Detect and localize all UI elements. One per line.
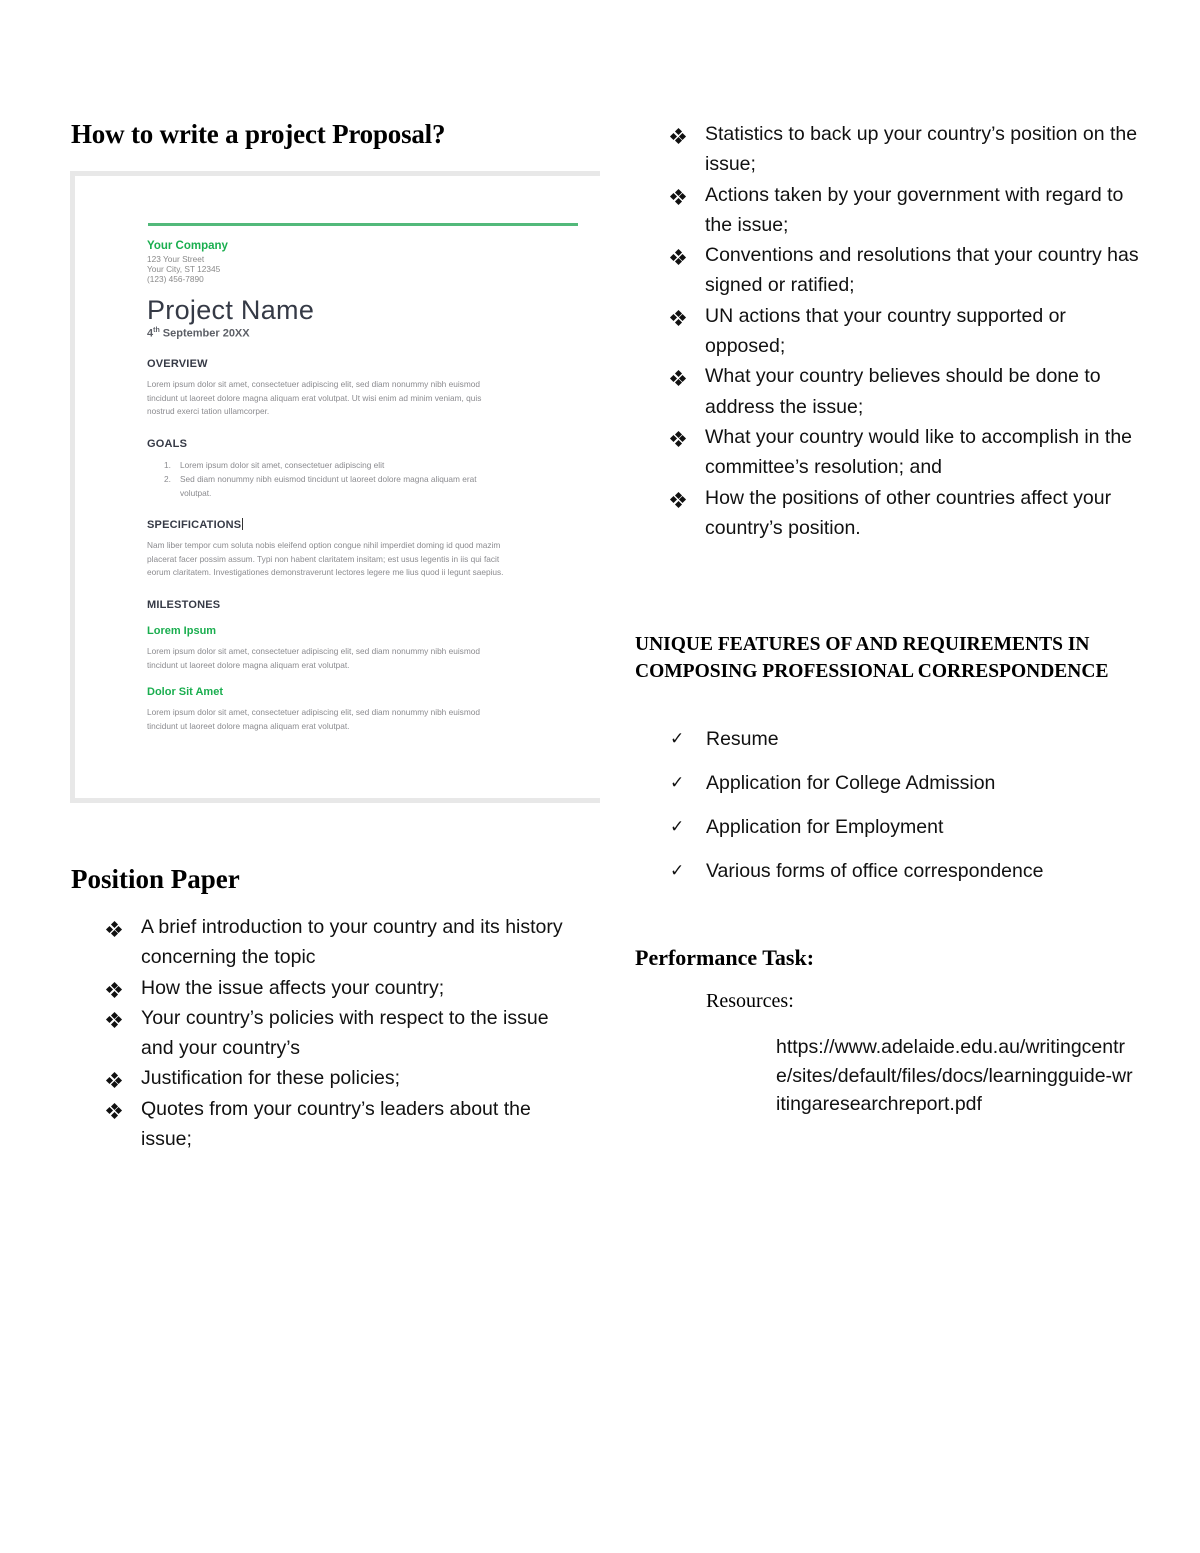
goal-number: 1. <box>164 460 171 470</box>
checklist-item: ✓ Various forms of office correspondence <box>670 856 1043 900</box>
diamond-cluster-bullet-icon <box>105 1102 123 1119</box>
diamond-cluster-bullet-icon <box>669 430 687 448</box>
position-paper-list: A brief introduction to your country and… <box>105 912 577 1155</box>
diamond-cluster-bullet-icon <box>105 920 123 938</box>
text-line: nostrud exerci tation ullamcorper. <box>147 406 270 417</box>
text-line: placerat facer possim assum. Typi non ha… <box>147 553 500 564</box>
template-phone: (123) 456-7890 <box>147 274 204 284</box>
check-icon: ✓ <box>670 861 685 881</box>
goal-text: Sed diam nonummy nibh euismod tincidunt … <box>180 472 580 500</box>
list-item: How the issue affects your country; <box>105 973 577 1003</box>
resource-url[interactable]: https://www.adelaide.edu.au/writingcentr… <box>776 1033 1136 1119</box>
list-item-text: How the positions of other countries aff… <box>705 486 1112 539</box>
diamond-cluster-bullet-icon <box>105 981 123 998</box>
checklist-item: ✓ Application for College Admission <box>670 768 1043 812</box>
performance-task-heading: Performance Task: <box>635 945 815 970</box>
diamond-cluster-bullet-icon <box>669 249 687 266</box>
text-line: Sed diam nonummy nibh euismod tincidunt … <box>180 474 477 484</box>
spec-heading-text: SPECIFICATIONS <box>147 519 242 531</box>
text-line: Nam liber tempor cum soluta nobis eleife… <box>147 540 501 550</box>
diamond-cluster-bullet-icon <box>669 491 687 508</box>
text-line: Lorem ipsum dolor sit amet, consectetuer… <box>147 707 480 717</box>
goal-number: 2. <box>164 474 171 484</box>
list-item-text: What your country would like to accompli… <box>705 425 1133 479</box>
date-rest: September 20XX <box>159 327 250 340</box>
check-icon: ✓ <box>670 773 685 793</box>
list-item: Statistics to back up your country’s pos… <box>669 119 1141 180</box>
diamond-cluster-bullet-icon <box>105 1011 123 1028</box>
checklist-item: ✓ Application for Employment <box>670 812 1043 856</box>
text-line: eorum claritatem. Investigationes demons… <box>147 567 504 578</box>
position-paper-heading: Position Paper <box>71 864 240 894</box>
list-item-text: Your country’s policies with respect to … <box>141 1006 549 1060</box>
text-cursor <box>242 518 244 530</box>
list-item: Your country’s policies with respect to … <box>105 1003 577 1064</box>
diamond-cluster-bullet-icon <box>669 370 687 387</box>
list-item: UN actions that your country supported o… <box>669 301 1141 362</box>
list-item: Actions taken by your government with re… <box>669 180 1141 241</box>
diamond-cluster-bullet-icon <box>669 127 687 145</box>
list-item: What your country would like to accompli… <box>669 422 1141 483</box>
template-goals-heading: GOALS <box>147 438 188 450</box>
template-goal-item: 2. Sed diam nonummy nibh euismod tincidu… <box>147 472 567 500</box>
template-address-line2: Your City, ST 12345 <box>147 264 221 274</box>
list-item-text: Justification for these policies; <box>141 1067 401 1090</box>
check-icon: ✓ <box>670 817 685 837</box>
diamond-cluster-bullet-icon <box>669 309 687 326</box>
template-milestone-title: Lorem Ipsum <box>147 625 217 637</box>
text-line: tincidunt ut laoreet dolore magna aliqua… <box>147 720 350 731</box>
goal-text: Lorem ipsum dolor sit amet, consectetuer… <box>180 460 385 470</box>
list-item-text: How the issue affects your country; <box>141 976 445 999</box>
list-item: How the positions of other countries aff… <box>669 483 1141 544</box>
checklist-item-text: Application for College Admission <box>706 772 996 794</box>
position-paper-list-continued: Statistics to back up your country’s pos… <box>669 119 1141 544</box>
template-milestone-title: Dolor Sit Amet <box>147 686 223 698</box>
template-specifications-heading: SPECIFICATIONS <box>147 518 244 531</box>
resources-label: Resources: <box>706 990 794 1012</box>
list-item: A brief introduction to your country and… <box>105 912 577 973</box>
template-company: Your Company <box>147 240 228 252</box>
list-item: What your country believes should be don… <box>669 361 1141 422</box>
check-icon: ✓ <box>670 729 685 749</box>
list-item-text: Statistics to back up your country’s pos… <box>705 123 1138 176</box>
list-item-text: A brief introduction to your country and… <box>141 916 563 969</box>
template-goal-item: 1. Lorem ipsum dolor sit amet, consectet… <box>147 458 567 472</box>
text-line: volutpat. <box>180 488 212 498</box>
list-item: Conventions and resolutions that your co… <box>669 240 1141 301</box>
list-item-text: Conventions and resolutions that your co… <box>705 244 1139 297</box>
features-heading: UNIQUE FEATURES OF AND REQUIREMENTS IN C… <box>635 634 1109 682</box>
template-frame: Your Company 123 Your Street Your City, … <box>70 171 600 803</box>
text-line: tincidunt ut laoreet dolore magna aliqua… <box>147 659 350 670</box>
text-line: Lorem ipsum dolor sit amet, consectetuer… <box>147 646 480 656</box>
features-checklist: ✓ Resume ✓ Application for College Admissi… <box>670 724 1043 900</box>
diamond-cluster-bullet-icon <box>105 1072 123 1089</box>
template-milestone-text: Lorem ipsum dolor sit amet, consectetuer… <box>147 645 587 672</box>
template-milestone-text: Lorem ipsum dolor sit amet, consectetuer… <box>147 706 587 733</box>
template-milestones-heading: MILESTONES <box>147 599 221 611</box>
text-line: tincidunt ut laoreet dolore magna aliqua… <box>147 392 482 403</box>
checklist-item-text: Resume <box>706 728 779 750</box>
list-item: Quotes from your country’s leaders about… <box>105 1094 577 1155</box>
proposal-heading: How to write a project Proposal? <box>71 119 446 149</box>
list-item-text: Quotes from your country’s leaders about… <box>141 1097 531 1151</box>
checklist-item-text: Various forms of office correspondence <box>706 860 1044 882</box>
checklist-item: ✓ Resume <box>670 724 1043 768</box>
list-item-text: UN actions that your country supported o… <box>705 304 1066 358</box>
template-specifications-text: Nam liber tempor cum soluta nobis eleife… <box>147 539 597 580</box>
list-item: Justification for these policies; <box>105 1063 577 1093</box>
template-project-title: Project Name <box>147 295 315 325</box>
template-date: 4th September 20XX <box>147 327 250 340</box>
list-item-text: What your country believes should be don… <box>705 365 1101 418</box>
checklist-item-text: Application for Employment <box>706 816 944 838</box>
template-accent-rule <box>148 223 578 226</box>
text-line: Lorem ipsum dolor sit amet, consectetuer… <box>147 379 480 389</box>
template-overview-heading: OVERVIEW <box>147 358 208 370</box>
template-address-line1: 123 Your Street <box>147 254 205 264</box>
proposal-template-image: Your Company 123 Your Street Your City, … <box>70 171 600 803</box>
template-overview-text: Lorem ipsum dolor sit amet, consectetuer… <box>147 378 587 419</box>
date-suffix: th <box>153 327 160 334</box>
list-item-text: Actions taken by your government with re… <box>705 183 1124 236</box>
diamond-cluster-bullet-icon <box>669 188 687 205</box>
